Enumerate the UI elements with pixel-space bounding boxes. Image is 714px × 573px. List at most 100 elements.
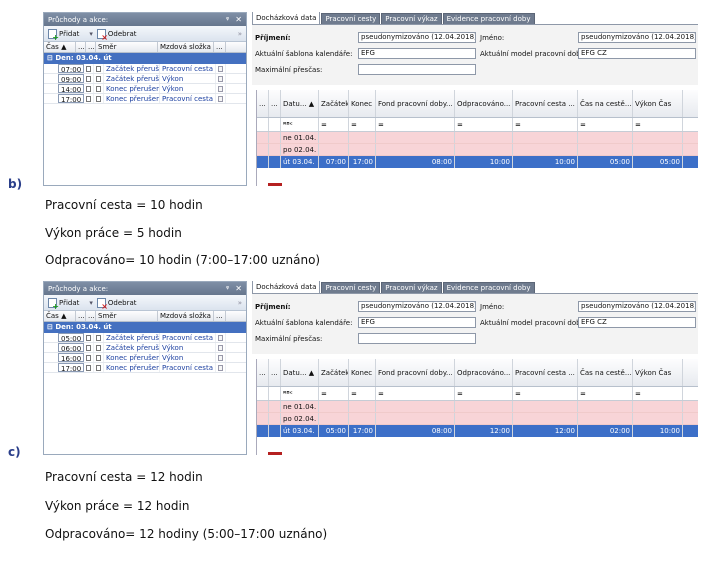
grid-column-header[interactable]: Fond pracovní doby... <box>376 90 455 117</box>
grid-column-header[interactable]: Pracovní cesta ... <box>513 90 578 117</box>
row-checkbox[interactable] <box>94 353 104 362</box>
column-header-dots[interactable]: ... <box>214 42 226 52</box>
grid-column-header[interactable]: Fond pracovní doby... <box>376 359 455 386</box>
time-field[interactable]: 16:00 <box>58 353 84 362</box>
row-checkbox[interactable] <box>94 343 104 352</box>
tab-pracovni-cesty[interactable]: Pracovní cesty <box>321 13 381 24</box>
grid-column-header[interactable]: Výkon Čas <box>633 359 683 386</box>
jmeno-field[interactable]: pseudonymizováno (12.04.2018) <box>578 301 696 312</box>
row-detail-icon[interactable] <box>216 74 226 83</box>
grid-column-header[interactable]: Konec <box>349 90 376 117</box>
row-checkbox[interactable] <box>94 363 104 372</box>
row-checkbox[interactable] <box>84 94 94 103</box>
row-checkbox[interactable] <box>84 353 94 362</box>
close-icon[interactable]: ✕ <box>235 284 242 293</box>
table-row[interactable]: ne 01.04. <box>257 401 698 413</box>
filter-cell[interactable] <box>257 387 269 400</box>
column-header-dots[interactable]: ... <box>76 311 86 321</box>
tab-evidence-pracovni-doby[interactable]: Evidence pracovní doby <box>442 282 535 293</box>
presas-field[interactable] <box>358 64 476 75</box>
passage-row[interactable]: 16:00 Konec přerušení Výkon <box>44 353 246 363</box>
model-field[interactable]: EFG CZ <box>578 317 696 328</box>
add-button[interactable]: Přidat <box>48 297 79 311</box>
pin-icon[interactable]: ᵠ <box>226 15 229 24</box>
time-field[interactable]: 06:00 <box>58 343 84 352</box>
remove-button[interactable]: Odebrat <box>96 28 137 42</box>
grid-column-header[interactable]: ... <box>269 90 281 117</box>
grid-column-header[interactable]: Začátek <box>319 359 349 386</box>
passage-row[interactable]: 06:00 Začátek přerušeníVýkon <box>44 343 246 353</box>
table-row[interactable]: po 02.04. <box>257 144 698 156</box>
time-field[interactable]: 05:00 <box>58 333 84 342</box>
grid-column-header[interactable]: ... <box>257 90 269 117</box>
prijmeni-field[interactable]: pseudonymizováno (12.04.2018) <box>358 32 476 43</box>
time-field[interactable]: 07:00 <box>58 64 84 73</box>
jmeno-field[interactable]: pseudonymizováno (12.04.2018) <box>578 32 696 43</box>
filter-text-icon[interactable]: ᴿᴮᶜ <box>281 387 319 400</box>
add-button[interactable]: Přidat <box>48 28 79 42</box>
time-field[interactable]: 17:00 <box>58 94 84 103</box>
column-header-mzdova-slozka[interactable]: Mzdová složka <box>158 42 214 52</box>
day-group-row[interactable]: ⊟ Den: 03.04. út <box>44 53 246 64</box>
filter-cell[interactable] <box>257 118 269 131</box>
filter-equals[interactable]: = <box>319 118 349 131</box>
filter-equals[interactable]: = <box>513 387 578 400</box>
filter-equals[interactable]: = <box>633 118 683 131</box>
row-checkbox[interactable] <box>84 363 94 372</box>
column-header-cas[interactable]: Čas ▲ <box>44 311 76 321</box>
time-field[interactable]: 17:00 <box>58 363 84 372</box>
remove-button[interactable]: Odebrat <box>96 297 137 311</box>
passage-row[interactable]: 09:00 Začátek přerušeníVýkon <box>44 74 246 84</box>
toolbar-overflow-icon[interactable]: » <box>238 30 242 38</box>
passage-row[interactable]: 17:00 Konec přerušení Pracovní cesta <box>44 363 246 373</box>
row-detail-icon[interactable] <box>216 363 226 372</box>
row-checkbox[interactable] <box>94 64 104 73</box>
grid-column-header[interactable]: Datu... ▲ <box>281 359 319 386</box>
grid-column-header[interactable]: Datu... ▲ <box>281 90 319 117</box>
grid-column-header[interactable]: Čas na cestě... <box>578 359 633 386</box>
grid-column-header[interactable]: Odpracováno... <box>455 90 513 117</box>
filter-equals[interactable]: = <box>349 118 376 131</box>
sablona-field[interactable]: EFG <box>358 317 476 328</box>
column-header-cas[interactable]: Čas ▲ <box>44 42 76 52</box>
passage-row[interactable]: 05:00 Začátek přerušeníPracovní cesta <box>44 333 246 343</box>
filter-equals[interactable]: = <box>578 387 633 400</box>
row-checkbox[interactable] <box>84 333 94 342</box>
grid-column-header[interactable]: ... <box>257 359 269 386</box>
time-field[interactable]: 09:00 <box>58 74 84 83</box>
filter-cell[interactable] <box>269 118 281 131</box>
presas-field[interactable] <box>358 333 476 344</box>
table-row[interactable]: ne 01.04. <box>257 132 698 144</box>
filter-equals[interactable]: = <box>376 387 455 400</box>
tab-dochazkova-data[interactable]: Docházková data <box>252 281 321 293</box>
pin-icon[interactable]: ᵠ <box>226 284 229 293</box>
tab-pracovni-vykaz[interactable]: Pracovní výkaz <box>381 13 442 24</box>
row-checkbox[interactable] <box>94 94 104 103</box>
filter-equals[interactable]: = <box>319 387 349 400</box>
tab-dochazkova-data[interactable]: Docházková data <box>252 12 321 24</box>
filter-equals[interactable]: = <box>633 387 683 400</box>
grid-column-header[interactable]: Začátek <box>319 90 349 117</box>
tab-pracovni-cesty[interactable]: Pracovní cesty <box>321 282 381 293</box>
passage-row[interactable]: 07:00 Začátek přerušeníPracovní cesta <box>44 64 246 74</box>
day-group-row[interactable]: ⊟ Den: 03.04. út <box>44 322 246 333</box>
sablona-field[interactable]: EFG <box>358 48 476 59</box>
row-checkbox[interactable] <box>94 84 104 93</box>
filter-equals[interactable]: = <box>349 387 376 400</box>
row-checkbox[interactable] <box>84 74 94 83</box>
row-checkbox[interactable] <box>84 84 94 93</box>
row-detail-icon[interactable] <box>216 84 226 93</box>
filter-cell[interactable] <box>269 387 281 400</box>
row-checkbox[interactable] <box>94 333 104 342</box>
grid-column-header[interactable]: Čas na cestě... <box>578 90 633 117</box>
close-icon[interactable]: ✕ <box>235 15 242 24</box>
model-field[interactable]: EFG CZ <box>578 48 696 59</box>
grid-column-header[interactable]: Výkon Čas <box>633 90 683 117</box>
grid-column-header[interactable]: Konec <box>349 359 376 386</box>
time-field[interactable]: 14:00 <box>58 84 84 93</box>
filter-equals[interactable]: = <box>376 118 455 131</box>
row-detail-icon[interactable] <box>216 353 226 362</box>
column-header-smer[interactable]: Směr <box>96 311 158 321</box>
row-checkbox[interactable] <box>84 64 94 73</box>
row-checkbox[interactable] <box>94 74 104 83</box>
